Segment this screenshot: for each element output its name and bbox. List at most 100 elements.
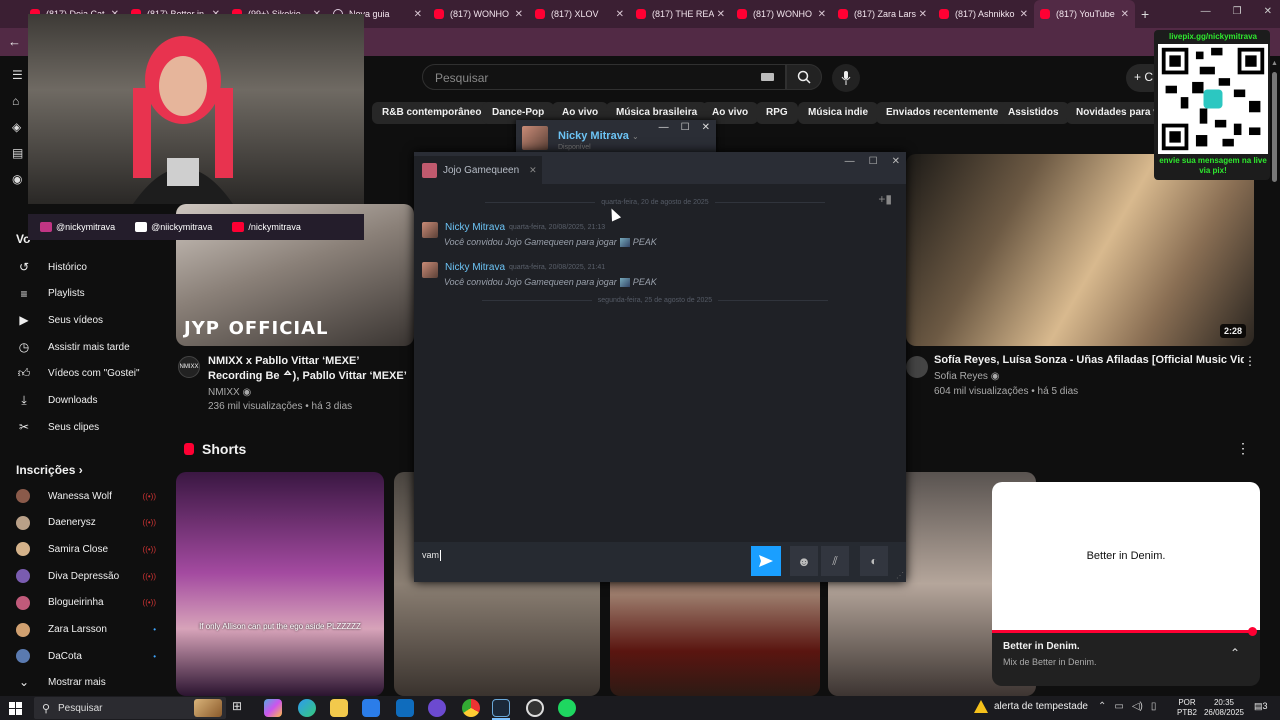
close-tab-icon[interactable]: ✕: [529, 165, 537, 176]
home-icon[interactable]: ⌂: [12, 94, 26, 108]
network-icon[interactable]: ▭: [1114, 701, 1123, 712]
language-indicator[interactable]: POR PTB2: [1177, 698, 1197, 718]
sidebar-item[interactable]: ↺ Histórico: [16, 257, 156, 277]
weather-alert[interactable]: alerta de tempestade: [974, 700, 1088, 713]
show-more-button[interactable]: ⌄ Mostrar mais: [16, 672, 156, 692]
attach-button[interactable]: ⫽: [821, 546, 849, 576]
keyboard-icon[interactable]: [761, 73, 774, 81]
short-card[interactable]: If only Allison can put the ego aside PL…: [176, 472, 384, 696]
close-icon[interactable]: ✕: [892, 156, 900, 167]
close-tab-icon[interactable]: ✕: [1121, 9, 1129, 20]
minimize-icon[interactable]: —: [1201, 6, 1211, 17]
menu-icon[interactable]: ☰: [12, 68, 26, 82]
outlook-icon[interactable]: [396, 699, 414, 717]
subscription-item[interactable]: Zara Larsson •: [16, 620, 156, 640]
windows-start-icon[interactable]: [9, 702, 22, 715]
filter-chip[interactable]: Enviados recentemente: [876, 102, 1009, 124]
subscription-item[interactable]: Blogueirinha ((•)): [16, 593, 156, 613]
video-title[interactable]: NMIXX x Pabllo Vittar ‘MEXE’ Recording B…: [208, 354, 414, 384]
more-options-icon[interactable]: ⋮: [1236, 440, 1250, 457]
subscription-item[interactable]: Daenerysz ((•)): [16, 513, 156, 533]
chevron-up-icon[interactable]: ⌃: [1098, 701, 1106, 712]
notification-icon[interactable]: ▤3: [1254, 701, 1268, 712]
chat-tab[interactable]: Jojo Gamequeen ✕: [414, 156, 542, 184]
more-options-icon[interactable]: ⋮: [1244, 354, 1256, 368]
subscriptions-title[interactable]: Inscrições ›: [16, 463, 83, 477]
channel-avatar[interactable]: NMIXX: [178, 356, 200, 378]
filter-chip[interactable]: Música indie: [798, 102, 879, 124]
filter-chip[interactable]: Assistidos: [998, 102, 1069, 124]
task-view-icon[interactable]: ⊞: [232, 699, 250, 717]
emoticon-button[interactable]: ☻: [790, 546, 818, 576]
sidebar-item[interactable]: ▶ Seus vídeos: [16, 310, 156, 330]
steam-icon[interactable]: [492, 699, 510, 717]
close-tab-icon[interactable]: ✕: [616, 9, 624, 20]
sidebar-item[interactable]: ✂ Seus clipes: [16, 417, 156, 437]
close-tab-icon[interactable]: ✕: [414, 9, 422, 20]
subscription-item[interactable]: DaCota •: [16, 646, 156, 666]
battery-icon[interactable]: ▯: [1151, 701, 1157, 712]
scroll-up-arrow[interactable]: ▲: [1271, 60, 1278, 67]
ad-banner[interactable]: Better in Denim.: [992, 482, 1260, 630]
browser-tab[interactable]: (817) WONHO ✕: [428, 0, 529, 28]
browser-tab[interactable]: (817) Ashnikko ✕: [933, 0, 1034, 28]
search-input[interactable]: Pesquisar: [422, 64, 786, 90]
sidebar-item[interactable]: ≡ Playlists: [16, 284, 156, 304]
volume-icon[interactable]: ◁): [1132, 701, 1143, 712]
search-button[interactable]: [786, 64, 822, 90]
discord-icon[interactable]: [428, 699, 446, 717]
taskbar-search[interactable]: ⚲ Pesquisar: [34, 697, 226, 719]
sidebar-item[interactable]: ⤓ Downloads: [16, 391, 156, 411]
voice-chat-button[interactable]: ◐: [860, 546, 888, 576]
close-tab-icon[interactable]: ✕: [919, 9, 927, 20]
ad-popup[interactable]: Better in Denim. Better in Denim. Mix de…: [992, 482, 1260, 686]
copilot-icon[interactable]: [264, 699, 282, 717]
close-tab-icon[interactable]: ✕: [717, 9, 725, 20]
filter-chip[interactable]: R&B contemporâneo: [372, 102, 492, 124]
send-button[interactable]: [751, 546, 781, 576]
chat-input[interactable]: vam: [422, 550, 442, 562]
steam-friend-window[interactable]: Nicky Mitrava ⌄ Disponível — ☐ ✕: [516, 120, 716, 154]
edge-icon[interactable]: [298, 699, 316, 717]
browser-tab[interactable]: (817) WONHO ✕: [731, 0, 832, 28]
shorts-icon[interactable]: ◈: [12, 120, 26, 134]
maximize-icon[interactable]: ❐: [1233, 6, 1242, 17]
subscription-item[interactable]: Samira Close ((•)): [16, 539, 156, 559]
filter-chip[interactable]: Novidades para vo: [1066, 102, 1154, 124]
new-tab-button[interactable]: +: [1141, 6, 1149, 22]
channel-name[interactable]: Sofia Reyes ◉: [934, 371, 999, 382]
you-icon[interactable]: ◉: [12, 172, 26, 186]
minimize-icon[interactable]: —: [659, 122, 669, 133]
browser-tab[interactable]: (817) Zara Lars ✕: [832, 0, 933, 28]
video-thumbnail-2[interactable]: 2:28: [906, 154, 1254, 346]
sender-name[interactable]: Nicky Mitrava: [445, 222, 505, 233]
sender-name[interactable]: Nicky Mitrava: [445, 262, 505, 273]
taskbar-clock[interactable]: 20:35 26/08/2025: [1202, 698, 1246, 718]
maximize-icon[interactable]: ☐: [869, 156, 878, 167]
chrome-icon[interactable]: [462, 699, 480, 717]
subscriptions-icon[interactable]: ▤: [12, 146, 26, 160]
friend-name[interactable]: Nicky Mitrava: [558, 130, 629, 142]
back-arrow-icon[interactable]: ←: [8, 34, 21, 49]
sidebar-item[interactable]: 👍︎ Vídeos com "Gostei": [16, 364, 156, 384]
browser-tab[interactable]: (817) YouTube ✕: [1034, 0, 1135, 28]
chevron-up-icon[interactable]: ⌃: [1230, 646, 1240, 660]
chevron-down-icon[interactable]: ⌄: [632, 132, 639, 141]
voice-search-button[interactable]: [832, 64, 860, 92]
browser-tab[interactable]: (817) XLOV ✕: [529, 0, 630, 28]
subscription-item[interactable]: Wanessa Wolf ((•)): [16, 486, 156, 506]
close-tab-icon[interactable]: ✕: [515, 9, 523, 20]
obs-icon[interactable]: [526, 699, 544, 717]
close-icon[interactable]: ✕: [1264, 6, 1272, 17]
maximize-icon[interactable]: ☐: [681, 122, 690, 133]
channel-avatar[interactable]: [906, 356, 928, 378]
sidebar-item[interactable]: ◷ Assistir mais tarde: [16, 337, 156, 357]
resize-grip-icon[interactable]: ⋰: [896, 571, 904, 580]
channel-name[interactable]: NMIXX ◉: [208, 387, 251, 398]
close-icon[interactable]: ✕: [702, 122, 710, 133]
browser-tab[interactable]: (817) THE REAL ✕: [630, 0, 731, 28]
file-explorer-icon[interactable]: [330, 699, 348, 717]
scrollbar-thumb[interactable]: [1272, 72, 1277, 182]
minimize-icon[interactable]: —: [845, 156, 855, 167]
spotify-icon[interactable]: [558, 699, 576, 717]
